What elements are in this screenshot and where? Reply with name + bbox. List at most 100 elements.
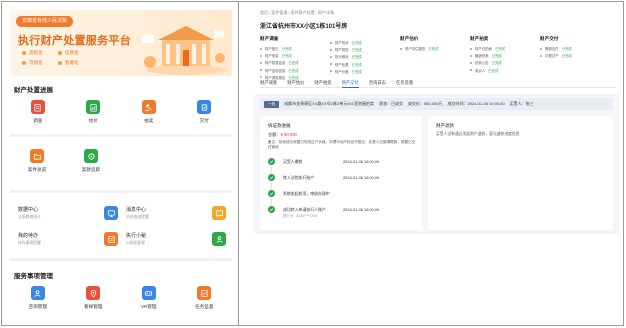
column-row[interactable]: 竞买人 已完成 bbox=[470, 68, 540, 73]
progress-grid: 调查 估价 拍卖 交付 bbox=[10, 100, 232, 124]
breadcrumb[interactable]: 首页 / 案件管理 / 案件财产处置 / 财产详情 bbox=[260, 10, 334, 16]
column-title: 财产拍卖 bbox=[470, 36, 489, 41]
feature-item: 可视化 bbox=[22, 60, 58, 66]
dot-icon bbox=[470, 47, 472, 50]
step-time: 2024-01-06 10:00:00 bbox=[343, 159, 380, 164]
column-title: 财产估价 bbox=[400, 36, 419, 41]
tile-label: 咨询管理 bbox=[28, 304, 47, 309]
tab-investigation[interactable]: 财产调查 bbox=[260, 78, 277, 88]
card-message-center[interactable]: 消息中心 消息推送提醒 bbox=[126, 200, 226, 226]
tile-money-tracking[interactable]: 案款追踪 bbox=[71, 149, 111, 173]
refund-card: 财产退款 买受人没有通过发起财产退款，暂无退款进度信息 bbox=[428, 116, 613, 230]
column-row[interactable]: 财产价值 已完成 bbox=[330, 69, 400, 74]
feature-item: 流程化 bbox=[22, 50, 58, 56]
column-investigation: 财产调查 财产登记 已完成 财产信息 已完成 财产权属信息 已完成 财产查封信息 已完成… bbox=[260, 36, 330, 80]
section-title-service: 服务事项管理 bbox=[14, 273, 53, 280]
card-subtitle: AI智能客服 bbox=[126, 241, 145, 245]
tile-label: 案件总览 bbox=[27, 167, 47, 172]
card-subtitle: 全面数据统计 bbox=[18, 215, 41, 219]
vr-icon bbox=[141, 286, 156, 300]
location-icon bbox=[86, 286, 101, 300]
tile-case-overview[interactable]: 案件总览 bbox=[17, 149, 57, 173]
column-delivery: 财产交付 腾退交付 已完成 办理过户 已完成 bbox=[540, 36, 610, 80]
dot-icon bbox=[260, 54, 262, 57]
auction-buyer: 买受人：张三 bbox=[509, 101, 534, 106]
tile-investigate[interactable]: 调查 bbox=[18, 100, 58, 124]
card-title: 财产退款 bbox=[436, 123, 454, 128]
platform-title: 执行财产处置服务平台 bbox=[18, 35, 131, 47]
card-exec-assistant[interactable]: 执行小秘 AI智能客服 bbox=[126, 226, 226, 252]
tile-valuation[interactable]: 估价 bbox=[73, 100, 113, 124]
dot-icon bbox=[260, 61, 262, 64]
column-row[interactable]: 财产信息 已完成 bbox=[260, 53, 330, 58]
tile-delivery[interactable]: 交付 bbox=[184, 100, 224, 124]
tile-label: 估价 bbox=[88, 118, 98, 123]
card-subtitle: 待办事项提醒 bbox=[18, 241, 41, 245]
column-row[interactable]: 财产处置 已完成 bbox=[330, 62, 400, 67]
mobile-app-panel: 安徽省有线人民法院 执行财产处置服务平台 流程化 信息化 可视化 智能化 财产处… bbox=[10, 4, 232, 324]
chart-doc-icon bbox=[86, 100, 101, 114]
monitor-icon bbox=[104, 206, 118, 220]
tab-auction[interactable]: 财产拍卖 bbox=[314, 78, 331, 88]
tab-consult-log[interactable]: 咨询日志 bbox=[369, 78, 386, 88]
column-row[interactable]: 财产登记 已完成 bbox=[260, 46, 330, 51]
task-icon bbox=[197, 286, 212, 300]
tab-task-supervise[interactable]: 任务监督 bbox=[396, 78, 413, 88]
step-item: 买受人缴款 2024-01-06 10:00:00 bbox=[268, 158, 418, 174]
tab-delivery[interactable]: 财产交付 bbox=[341, 78, 359, 88]
column-investigation-2: 财产现状 已完成 财产风险 已完成 执行程序 已完成 财产处置 已完成 财产价值 已完成 bbox=[330, 36, 400, 80]
column-row[interactable]: 财产风险 已完成 bbox=[330, 47, 400, 52]
tile-consult[interactable]: 咨询管理 bbox=[18, 286, 58, 310]
auction-info-bar: 一拍 成都市龙泉驿区XX路XX号2栋2单元601室房屋拍卖 状态：已成交 成交价… bbox=[260, 98, 613, 110]
step-name: 买受人缴款 bbox=[283, 159, 303, 164]
column-title: 财产调查 bbox=[260, 36, 279, 41]
tile-label: 调查 bbox=[33, 118, 43, 123]
tab-valuation[interactable]: 财产估价 bbox=[287, 78, 304, 88]
auction-name[interactable]: 成都市龙泉驿区XX路XX号2栋2单元601室房屋拍卖 bbox=[284, 101, 374, 107]
page-title: 浙江省杭州市XX小区1栋101号房 bbox=[260, 24, 348, 30]
column-row[interactable]: 财产现状 已完成 bbox=[330, 40, 400, 45]
card-title: 消息中心 bbox=[126, 207, 147, 213]
dot-icon bbox=[22, 61, 26, 65]
tile-label: VR管理 bbox=[140, 304, 157, 309]
tile-label: 拍卖 bbox=[144, 118, 154, 123]
column-row[interactable]: 办理过户 已完成 bbox=[540, 53, 610, 58]
step-connector bbox=[271, 198, 272, 206]
card-data-center[interactable]: 数据中心 全面数据统计 bbox=[18, 200, 118, 226]
platform-banner: 安徽省有线人民法院 执行财产处置服务平台 流程化 信息化 可视化 智能化 bbox=[10, 10, 232, 76]
dot-icon bbox=[470, 69, 472, 72]
step-name: 成功转入申请执行人账户 bbox=[283, 207, 326, 212]
step-name: 转入法院执行账户 bbox=[283, 175, 315, 180]
column-row[interactable]: 财产查封信息 已完成 bbox=[260, 68, 330, 73]
column-row[interactable]: 拍卖公告 已完成 bbox=[470, 60, 540, 65]
section-divider bbox=[10, 134, 232, 137]
tile-vr[interactable]: VR管理 bbox=[129, 286, 169, 310]
payment-progress-card: 拆证款进展 金额：¥ 80,000 备注：拍卖成交房屋已完成过户手续，办理不动产… bbox=[260, 116, 422, 230]
column-valuation: 财产估价 资产评估报告 已完成 bbox=[400, 36, 470, 80]
dot-icon bbox=[470, 61, 472, 64]
tile-auction[interactable]: 拍卖 bbox=[129, 100, 169, 124]
card-my-todo[interactable]: 我的待办 待办事项提醒 bbox=[18, 226, 118, 252]
message-icon bbox=[212, 206, 226, 220]
column-row[interactable]: 财产权属信息 已完成 bbox=[260, 60, 330, 65]
column-row[interactable]: 腾退交付 已完成 bbox=[540, 46, 610, 51]
folder-icon bbox=[30, 149, 44, 163]
dot-icon bbox=[540, 47, 542, 50]
todo-icon bbox=[104, 232, 118, 246]
tile-label: 任务监督 bbox=[195, 304, 214, 309]
dot-icon bbox=[260, 69, 262, 72]
tile-task-supervise[interactable]: 任务监督 bbox=[184, 286, 224, 310]
column-row[interactable]: 资产评估报告 已完成 bbox=[400, 46, 470, 51]
dot-icon bbox=[58, 61, 62, 65]
consult-icon bbox=[30, 286, 45, 300]
tab-bar: 财产调查 财产估价 财产拍卖 财产交付 咨询日志 任务监督 bbox=[260, 78, 615, 88]
tile-viewing[interactable]: 看样管理 bbox=[73, 286, 113, 310]
column-row[interactable]: 撤销拍卖 已完成 bbox=[470, 53, 540, 58]
tile-label: 交付 bbox=[199, 118, 209, 123]
amount-row: 金额：¥ 80,000 bbox=[268, 132, 297, 137]
check-circle-icon bbox=[268, 158, 275, 165]
column-row[interactable]: 执行程序 已完成 bbox=[330, 54, 400, 59]
section-divider bbox=[10, 190, 232, 193]
column-row[interactable]: 财产已拍卖 已完成 bbox=[470, 46, 540, 51]
clipboard-icon bbox=[30, 100, 45, 114]
